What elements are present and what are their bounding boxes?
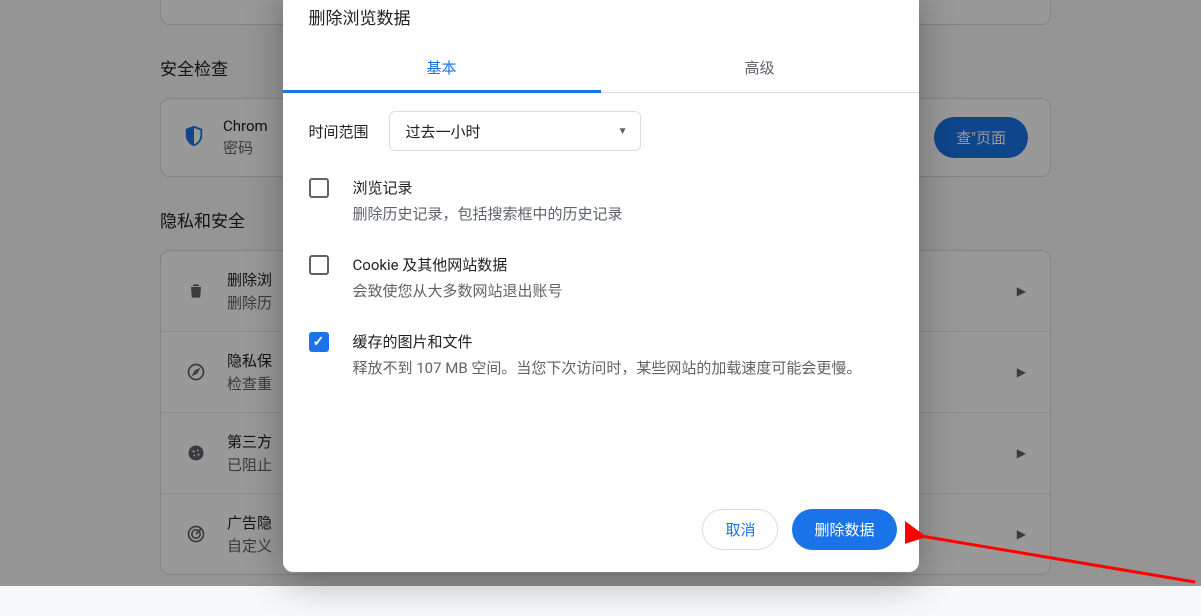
time-range-label: 时间范围 bbox=[309, 121, 369, 142]
option-history: 浏览记录 删除历史记录，包括搜索框中的历史记录 bbox=[309, 177, 893, 226]
option-cache: ✓ 缓存的图片和文件 释放不到 107 MB 空间。当您下次访问时，某些网站的加… bbox=[309, 331, 893, 380]
dialog-body: 时间范围 过去一小时 ▼ 浏览记录 删除历史记录，包括搜索框中的历史记录 Coo… bbox=[283, 93, 919, 493]
option-title: 缓存的图片和文件 bbox=[353, 331, 862, 352]
dialog-tabs: 基本 高级 bbox=[283, 45, 919, 93]
checkbox-cache[interactable]: ✓ bbox=[309, 332, 329, 352]
dialog-title: 删除浏览数据 bbox=[283, 0, 919, 45]
time-range-row: 时间范围 过去一小时 ▼ bbox=[309, 111, 893, 151]
clear-browsing-data-dialog: 删除浏览数据 基本 高级 时间范围 过去一小时 ▼ 浏览记录 删除历史记录，包括… bbox=[283, 0, 919, 572]
dialog-footer: 取消 删除数据 bbox=[283, 493, 919, 572]
tab-advanced[interactable]: 高级 bbox=[601, 45, 919, 92]
checkbox-cookies[interactable] bbox=[309, 255, 329, 275]
option-title: 浏览记录 bbox=[353, 177, 623, 198]
option-desc: 会致使您从大多数网站退出账号 bbox=[353, 279, 563, 303]
option-title: Cookie 及其他网站数据 bbox=[353, 254, 563, 275]
chevron-down-icon: ▼ bbox=[618, 126, 628, 137]
confirm-delete-button[interactable]: 删除数据 bbox=[792, 509, 896, 550]
time-range-value: 过去一小时 bbox=[406, 121, 481, 142]
option-desc: 释放不到 107 MB 空间。当您下次访问时，某些网站的加载速度可能会更慢。 bbox=[353, 356, 862, 380]
time-range-select[interactable]: 过去一小时 ▼ bbox=[389, 111, 641, 151]
modal-overlay: 删除浏览数据 基本 高级 时间范围 过去一小时 ▼ 浏览记录 删除历史记录，包括… bbox=[0, 0, 1201, 586]
option-cookies: Cookie 及其他网站数据 会致使您从大多数网站退出账号 bbox=[309, 254, 893, 303]
option-desc: 删除历史记录，包括搜索框中的历史记录 bbox=[353, 202, 623, 226]
checkbox-history[interactable] bbox=[309, 178, 329, 198]
tab-basic[interactable]: 基本 bbox=[283, 45, 601, 92]
cancel-button[interactable]: 取消 bbox=[702, 509, 778, 550]
